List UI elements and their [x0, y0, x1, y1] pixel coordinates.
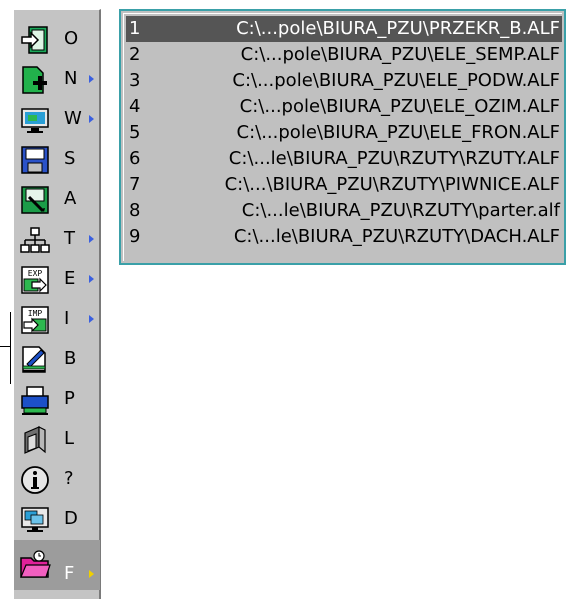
recent-file-path: C:\...pole\BIURA_PZU\ELE_OZIM.ALF: [239, 96, 560, 117]
menu-item-info[interactable]: ?: [14, 460, 100, 500]
menu-label: I: [64, 308, 70, 329]
recent-file-path: C:\...pole\BIURA_PZU\PRZEKR_B.ALF: [236, 18, 560, 39]
menu-label: D: [64, 508, 78, 529]
recent-file-path: C:\...le\BIURA_PZU\RZUTY\parter.alf: [241, 200, 560, 221]
save-icon: [19, 144, 51, 176]
recent-file-item[interactable]: 1 C:\...pole\BIURA_PZU\PRZEKR_B.ALF: [126, 16, 562, 42]
menu-label: N: [64, 68, 78, 89]
menu-label: F: [64, 563, 75, 584]
left-edge-tick: [0, 346, 11, 347]
save-as-icon: [19, 184, 51, 216]
recent-file-number: 8: [129, 200, 141, 221]
menu-item-open[interactable]: O: [14, 20, 100, 60]
submenu-arrow-icon: [89, 570, 94, 578]
menu-item-edit[interactable]: B: [14, 340, 100, 380]
recent-folder-icon: [19, 548, 51, 580]
menu-label: S: [64, 148, 76, 169]
file-menu: O N W S A T EXP E IMP I B P L ? D F: [13, 9, 101, 599]
recent-file-path: C:\...pole\BIURA_PZU\ELE_SEMP.ALF: [240, 44, 560, 65]
recent-file-path: C:\...\BIURA_PZU\RZUTY\PIWNICE.ALF: [224, 174, 560, 195]
menu-label: B: [64, 348, 77, 369]
recent-file-number: 3: [129, 70, 141, 91]
menu-label: T: [64, 228, 75, 249]
recent-file-path: C:\...pole\BIURA_PZU\ELE_PODW.ALF: [232, 70, 560, 91]
menu-item-tree[interactable]: T: [14, 220, 100, 260]
recent-file-path: C:\...le\BIURA_PZU\RZUTY\DACH.ALF: [233, 226, 560, 247]
recent-files-panel: 1 C:\...pole\BIURA_PZU\PRZEKR_B.ALF 2 C:…: [119, 9, 566, 265]
recent-file-path: C:\...le\BIURA_PZU\RZUTY\RZUTY.ALF: [228, 148, 560, 169]
window-icon: [19, 104, 51, 136]
recent-file-number: 5: [129, 122, 141, 143]
recent-file-item[interactable]: 9 C:\...le\BIURA_PZU\RZUTY\DACH.ALF: [126, 224, 562, 250]
tree-icon: [19, 224, 51, 256]
recent-file-path: C:\...pole\BIURA_PZU\ELE_FRON.ALF: [236, 122, 560, 143]
recent-files-list: 1 C:\...pole\BIURA_PZU\PRZEKR_B.ALF 2 C:…: [123, 13, 562, 261]
recent-file-item[interactable]: 8 C:\...le\BIURA_PZU\RZUTY\parter.alf: [126, 198, 562, 224]
menu-label: E: [64, 268, 76, 289]
print-icon: [19, 384, 51, 416]
menu-label: ?: [64, 468, 74, 489]
menu-item-new[interactable]: N: [14, 60, 100, 100]
menu-item-save-as[interactable]: A: [14, 180, 100, 220]
info-icon: [19, 464, 51, 496]
recent-file-item[interactable]: 7 C:\...\BIURA_PZU\RZUTY\PIWNICE.ALF: [126, 172, 562, 198]
import-icon: IMP: [19, 304, 51, 336]
recent-file-item[interactable]: 5 C:\...pole\BIURA_PZU\ELE_FRON.ALF: [126, 120, 562, 146]
left-edge-line: [10, 312, 11, 384]
recent-file-item[interactable]: 3 C:\...pole\BIURA_PZU\ELE_PODW.ALF: [126, 68, 562, 94]
import-icon-text: IMP: [28, 309, 43, 318]
menu-label: O: [64, 28, 79, 49]
recent-file-number: 6: [129, 148, 141, 169]
recent-file-number: 4: [129, 96, 141, 117]
menu-item-desktop[interactable]: D: [14, 500, 100, 540]
edit-icon: [19, 344, 51, 376]
recent-file-number: 2: [129, 44, 141, 65]
new-icon: [19, 64, 51, 96]
menu-label: W: [64, 108, 82, 129]
menu-item-import[interactable]: IMP I: [14, 300, 100, 340]
desktop-icon: [19, 504, 51, 536]
submenu-arrow-icon: [89, 115, 94, 123]
menu-item-print[interactable]: P: [14, 380, 100, 420]
submenu-arrow-icon: [89, 315, 94, 323]
layout-icon: [19, 424, 51, 456]
submenu-arrow-icon: [89, 235, 94, 243]
recent-file-number: 1: [129, 18, 141, 39]
menu-label: A: [64, 188, 77, 209]
recent-file-item[interactable]: 2 C:\...pole\BIURA_PZU\ELE_SEMP.ALF: [126, 42, 562, 68]
recent-file-number: 7: [129, 174, 141, 195]
menu-item-window[interactable]: W: [14, 100, 100, 140]
export-icon: EXP: [19, 264, 51, 296]
open-icon: [19, 24, 51, 56]
menu-item-recent-files[interactable]: F: [14, 540, 100, 590]
menu-item-export[interactable]: EXP E: [14, 260, 100, 300]
recent-file-number: 9: [129, 226, 141, 247]
menu-label: L: [64, 428, 75, 449]
submenu-arrow-icon: [89, 75, 94, 83]
recent-file-item[interactable]: 6 C:\...le\BIURA_PZU\RZUTY\RZUTY.ALF: [126, 146, 562, 172]
menu-label: P: [64, 388, 75, 409]
submenu-arrow-icon: [89, 275, 94, 283]
menu-item-save[interactable]: S: [14, 140, 100, 180]
export-icon-text: EXP: [28, 269, 43, 278]
menu-item-layout[interactable]: L: [14, 420, 100, 460]
recent-file-item[interactable]: 4 C:\...pole\BIURA_PZU\ELE_OZIM.ALF: [126, 94, 562, 120]
